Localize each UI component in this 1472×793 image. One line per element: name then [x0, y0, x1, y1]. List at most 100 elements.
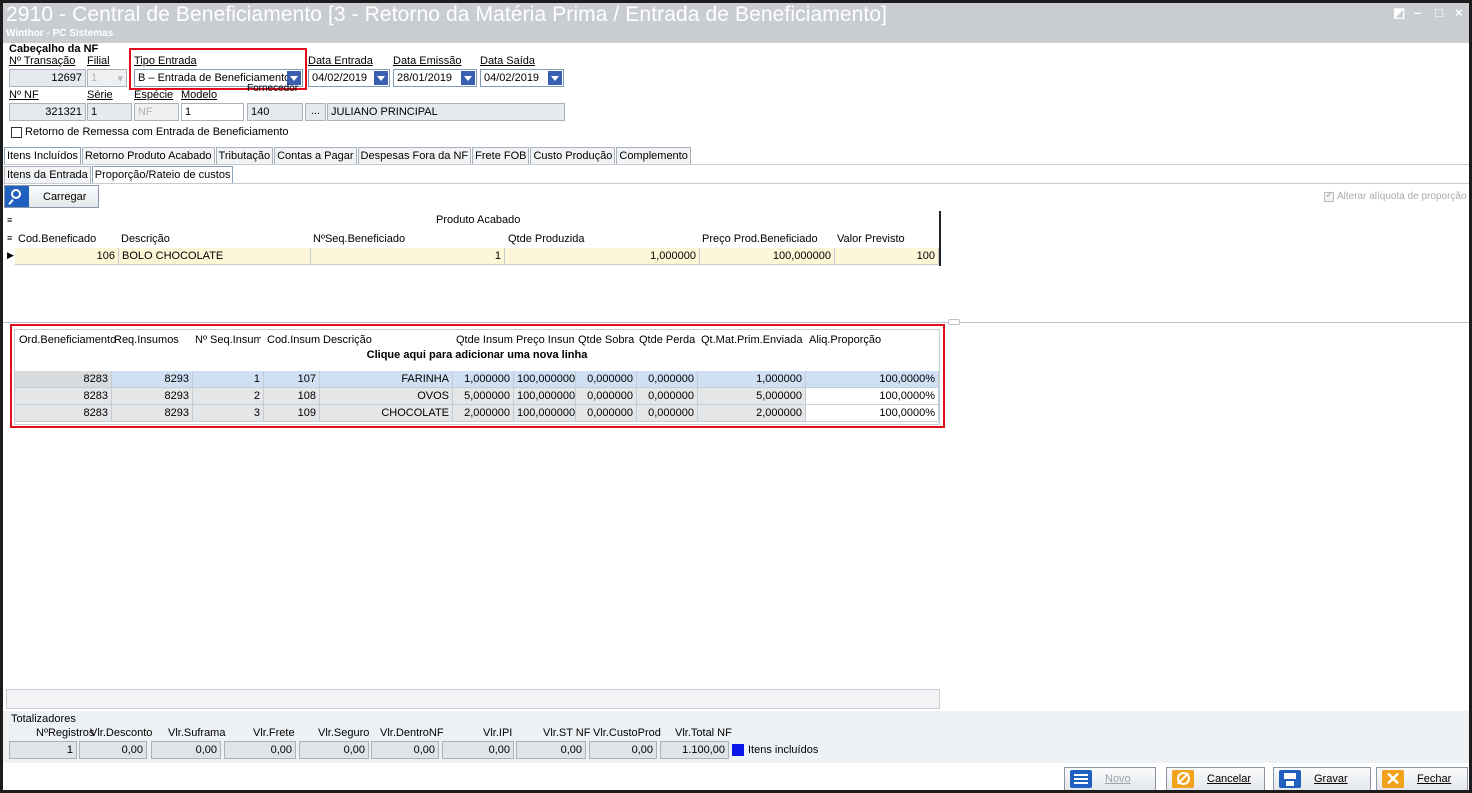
col-header[interactable]: Valor Previsto: [837, 233, 905, 245]
alterar-aliquota-checkbox[interactable]: ✓: [1324, 190, 1334, 202]
table-cell[interactable]: 0,000000: [637, 388, 698, 405]
col-header[interactable]: Preço Prod.Beneficiado: [702, 233, 818, 245]
cancelar-button[interactable]: Cancelar: [1166, 767, 1265, 790]
table-cell[interactable]: 1,000000: [505, 248, 700, 265]
total-value: 0,00: [79, 741, 147, 759]
table-cell[interactable]: 1: [193, 371, 264, 388]
tab-proporcao-rateio[interactable]: Proporção/Rateio de custos: [91, 166, 234, 183]
table-cell[interactable]: 0,000000: [637, 371, 698, 388]
tab-despesas-fora-da-nf[interactable]: Despesas Fora da NF: [357, 147, 472, 164]
col-header[interactable]: Qtde Sobra: [578, 334, 634, 346]
table-cell[interactable]: 106: [15, 248, 119, 265]
restore-icon[interactable]: ◩: [1393, 5, 1405, 21]
table-cell[interactable]: 2,000000: [698, 405, 806, 422]
total-label: Vlr.ST NF: [543, 727, 591, 739]
col-header[interactable]: Preço Insumo: [516, 334, 574, 346]
calendar-dropdown-icon[interactable]: [461, 71, 475, 85]
col-header[interactable]: Qtde Produzida: [508, 233, 584, 245]
table-cell[interactable]: 100,000000: [514, 405, 576, 422]
col-header[interactable]: Descrição: [121, 233, 170, 245]
novo-button[interactable]: Novo: [1064, 767, 1156, 790]
filial-combo[interactable]: 1 ▾: [87, 69, 127, 87]
gravar-button[interactable]: Gravar: [1273, 767, 1371, 790]
table-cell[interactable]: 0,000000: [637, 405, 698, 422]
tab-frete-fob[interactable]: Frete FOB: [472, 147, 530, 164]
table-cell[interactable]: FARINHA: [320, 371, 453, 388]
retorno-checkbox[interactable]: [11, 127, 22, 138]
serie-field[interactable]: 1: [87, 103, 132, 121]
table-cell[interactable]: 100,0000%: [806, 371, 939, 388]
table-cell[interactable]: CHOCOLATE: [320, 405, 453, 422]
table-cell[interactable]: 0,000000: [576, 388, 637, 405]
n-nf-field[interactable]: 321321: [9, 103, 86, 121]
col-header[interactable]: Ord.Beneficiamento: [19, 334, 116, 346]
col-header[interactable]: Descrição: [323, 334, 372, 346]
table-cell[interactable]: 8283: [15, 405, 112, 422]
col-header[interactable]: Qtde Perda: [639, 334, 695, 346]
table-cell[interactable]: 100,0000%: [806, 405, 939, 422]
data-saida-field[interactable]: 04/02/2019: [480, 69, 564, 87]
fechar-button[interactable]: ✕ Fechar: [1376, 767, 1468, 790]
calendar-dropdown-icon[interactable]: [374, 71, 388, 85]
table-cell[interactable]: 108: [264, 388, 320, 405]
table-cell[interactable]: 107: [264, 371, 320, 388]
data-emissao-field[interactable]: 28/01/2019: [393, 69, 477, 87]
col-header[interactable]: Aliq.Proporção: [809, 334, 881, 346]
col-header[interactable]: Nº Seq.Insumo: [195, 334, 261, 346]
table-cell[interactable]: 5,000000: [698, 388, 806, 405]
table-cell[interactable]: BOLO CHOCOLATE: [119, 248, 311, 265]
table-cell[interactable]: 100,000000: [514, 388, 576, 405]
table-cell[interactable]: 5,000000: [453, 388, 514, 405]
table-cell[interactable]: 0,000000: [576, 371, 637, 388]
table-cell[interactable]: OVOS: [320, 388, 453, 405]
fornecedor-search-button[interactable]: ...: [305, 103, 326, 121]
table-cell[interactable]: 8293: [112, 371, 193, 388]
modelo-field[interactable]: 1: [181, 103, 244, 121]
tab-complemento[interactable]: Complemento: [616, 147, 691, 164]
table-cell[interactable]: 8293: [112, 405, 193, 422]
table-cell[interactable]: 100,0000%: [806, 388, 939, 405]
col-header[interactable]: Cod.Insumo: [267, 334, 320, 346]
table-cell[interactable]: 100: [835, 248, 939, 265]
col-header[interactable]: Req.Insumos: [114, 334, 179, 346]
table-cell[interactable]: 8293: [112, 388, 193, 405]
table-cell[interactable]: 0,000000: [576, 405, 637, 422]
table-cell[interactable]: 1,000000: [453, 371, 514, 388]
table-cell[interactable]: 100,000000: [700, 248, 835, 265]
maximize-button[interactable]: □: [1435, 5, 1443, 20]
close-button[interactable]: ×: [1455, 5, 1463, 20]
table-cell[interactable]: 3: [193, 405, 264, 422]
col-header[interactable]: Qtde Insumo: [456, 334, 513, 346]
tab-contas-a-pagar[interactable]: Contas a Pagar: [274, 147, 357, 164]
table-cell[interactable]: 1: [311, 248, 505, 265]
tab-custo-producao[interactable]: Custo Produção: [530, 147, 616, 164]
column-chooser-icon[interactable]: ≡: [7, 215, 12, 225]
carregar-button[interactable]: Carregar: [4, 185, 99, 208]
column-chooser-icon[interactable]: ≡: [7, 233, 12, 243]
especie-field[interactable]: NF: [134, 103, 179, 121]
calendar-dropdown-icon[interactable]: [548, 71, 562, 85]
n-transacao-field[interactable]: 12697: [9, 69, 86, 87]
table-cell[interactable]: 8283: [15, 371, 112, 388]
table-cell[interactable]: 100,000000: [514, 371, 576, 388]
table-cell[interactable]: 109: [264, 405, 320, 422]
tab-itens-incluidos[interactable]: Itens Incluídos: [4, 147, 81, 164]
data-entrada-field[interactable]: 04/02/2019: [308, 69, 390, 87]
tab-itens-da-entrada[interactable]: Itens da Entrada: [4, 166, 91, 183]
splitter[interactable]: [3, 322, 1469, 323]
minimize-button[interactable]: –: [1414, 5, 1421, 20]
serie-label: Série: [87, 89, 113, 101]
table-cell[interactable]: 8283: [15, 388, 112, 405]
horizontal-scrollbar[interactable]: [6, 689, 940, 709]
add-row-link[interactable]: Clique aqui para adicionar uma nova linh…: [15, 349, 939, 361]
table-cell[interactable]: 2,000000: [453, 405, 514, 422]
col-header[interactable]: Cod.Beneficado: [18, 233, 96, 245]
col-header[interactable]: Qt.Mat.Prim.Enviada: [701, 334, 802, 346]
col-header[interactable]: NºSeq.Beneficiado: [313, 233, 405, 245]
fornecedor-code-field[interactable]: 140: [247, 103, 303, 121]
table-cell[interactable]: 2: [193, 388, 264, 405]
tab-retorno-produto-acabado[interactable]: Retorno Produto Acabado: [81, 147, 215, 164]
tab-tributacao[interactable]: Tributação: [215, 147, 274, 164]
splitter-handle[interactable]: [948, 319, 960, 325]
table-cell[interactable]: 1,000000: [698, 371, 806, 388]
